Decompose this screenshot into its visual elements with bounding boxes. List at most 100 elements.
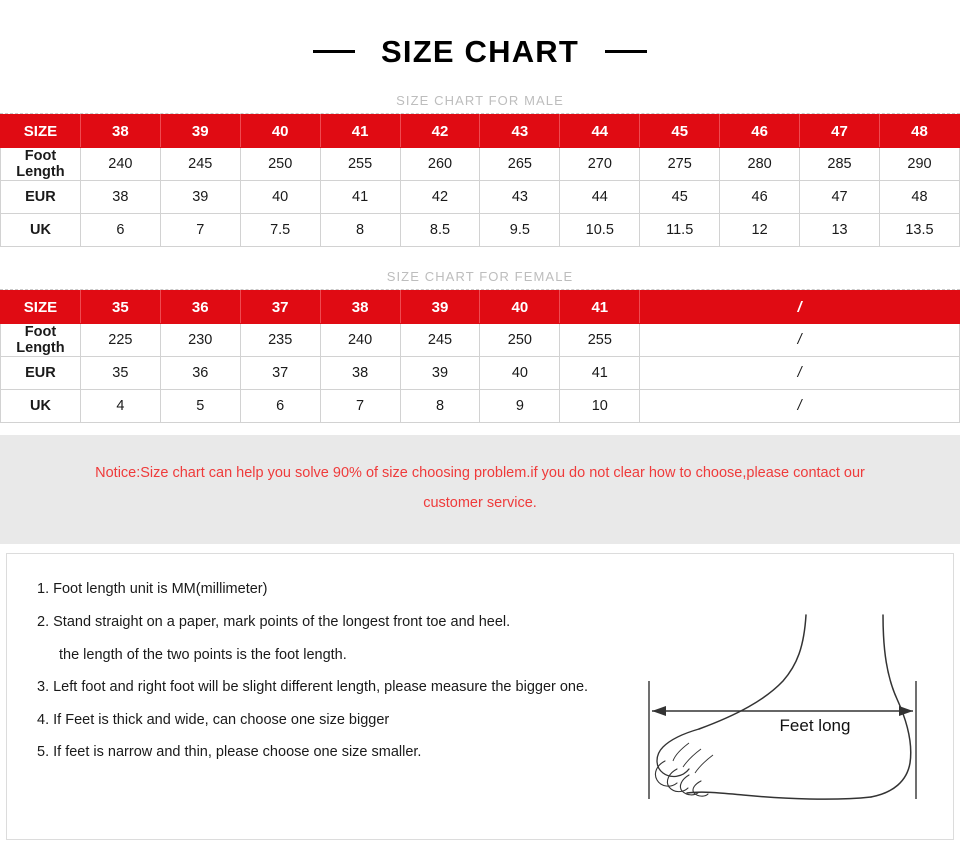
female-uk-empty-cell: / (639, 389, 960, 423)
female-uk-cell: 7 (319, 389, 401, 423)
male-uk-cell: 9.5 (479, 213, 561, 247)
notice-line-2: customer service. (423, 494, 537, 511)
female-foot-length-label: Foot Length (0, 323, 81, 357)
notice-line-1: Notice:Size chart can help you solve 90%… (95, 465, 865, 481)
title-dash-right-icon (605, 50, 647, 53)
male-size-cell: 42 (399, 114, 481, 148)
female-foot-length-cell: 235 (239, 323, 321, 357)
female-uk-cell: 9 (479, 389, 561, 423)
male-foot-length-cell: 280 (719, 147, 801, 181)
female-eur-cell: 36 (159, 356, 241, 390)
female-foot-length-cell: 245 (399, 323, 481, 357)
male-eur-cell: 46 (719, 180, 801, 214)
female-uk-label: UK (0, 389, 81, 423)
female-size-cell: 38 (319, 290, 401, 324)
female-size-table: SIZE 35 36 37 38 39 40 41 / Foot Length … (0, 290, 960, 423)
title-dash-left-icon (313, 50, 355, 53)
female-size-cell: 39 (399, 290, 481, 324)
female-subtitle: SIZE CHART FOR FEMALE (386, 269, 574, 284)
male-size-cell: 47 (799, 114, 880, 148)
male-size-cell: 48 (878, 114, 960, 148)
male-size-cell: 38 (79, 114, 161, 148)
female-size-cell: 40 (479, 290, 561, 324)
male-size-cell: 39 (159, 114, 241, 148)
female-eur-empty-cell: / (639, 356, 960, 390)
instruction-item: 3. Left foot and right foot will be slig… (37, 679, 589, 696)
male-eur-cell: 39 (159, 180, 241, 214)
male-eur-cell: 43 (479, 180, 561, 214)
male-foot-length-cell: 240 (79, 147, 161, 181)
female-foot-length-cell: 255 (559, 323, 641, 357)
female-size-cell: 35 (79, 290, 161, 324)
male-foot-length-label: Foot Length (0, 147, 81, 181)
female-eur-cell: 41 (559, 356, 641, 390)
male-size-table: SIZE 38 39 40 41 42 43 44 45 46 47 48 Fo… (0, 114, 960, 247)
male-section-header: SIZE CHART FOR MALE (0, 67, 960, 114)
female-eur-label: EUR (0, 356, 81, 390)
female-foot-length-row: Foot Length 225 230 235 240 245 250 255 … (0, 323, 960, 357)
female-eur-cell: 39 (399, 356, 481, 390)
male-eur-row: EUR 38 39 40 41 42 43 44 45 46 47 48 (0, 180, 960, 214)
female-foot-length-cell: 240 (319, 323, 401, 357)
male-eur-cell: 48 (878, 180, 960, 214)
male-eur-cell: 38 (79, 180, 161, 214)
female-section-header: SIZE CHART FOR FEMALE (0, 247, 960, 290)
male-uk-cell: 8.5 (399, 213, 481, 247)
foot-measurement-diagram-icon: Feet long (648, 614, 917, 801)
female-foot-length-cell: 250 (479, 323, 561, 357)
female-foot-length-empty-cell: / (639, 323, 960, 357)
female-eur-cell: 35 (79, 356, 161, 390)
female-foot-length-cell: 225 (79, 323, 161, 357)
male-eur-cell: 44 (559, 180, 641, 214)
male-eur-cell: 45 (639, 180, 721, 214)
male-uk-row: UK 6 7 7.5 8 8.5 9.5 10.5 11.5 12 13 13.… (0, 213, 960, 247)
male-uk-cell: 12 (719, 213, 801, 247)
female-eur-cell: 37 (239, 356, 321, 390)
instruction-item: 5. If feet is narrow and thin, please ch… (37, 744, 422, 761)
female-foot-length-cell: 230 (159, 323, 241, 357)
female-uk-cell: 10 (559, 389, 641, 423)
female-size-cell: 37 (239, 290, 321, 324)
male-size-cell: 41 (319, 114, 401, 148)
male-header-label: SIZE (0, 114, 81, 148)
instruction-item: 1. Foot length unit is MM(millimeter) (37, 581, 268, 598)
male-eur-cell: 40 (239, 180, 321, 214)
male-size-cell: 43 (479, 114, 561, 148)
male-foot-length-row: Foot Length 240 245 250 255 260 265 270 … (0, 147, 960, 181)
instruction-item: 4. If Feet is thick and wide, can choose… (37, 711, 390, 728)
male-size-cell: 45 (639, 114, 721, 148)
feet-long-label: Feet long (780, 716, 851, 735)
female-size-cell: 41 (559, 290, 641, 324)
female-eur-cell: 40 (479, 356, 561, 390)
female-header-label: SIZE (0, 290, 81, 324)
female-eur-cell: 38 (319, 356, 401, 390)
instructions-panel: 1. Foot length unit is MM(millimeter) 2.… (6, 553, 954, 841)
male-table-header-row: SIZE 38 39 40 41 42 43 44 45 46 47 48 (0, 114, 960, 148)
female-size-empty-cell: / (639, 290, 960, 324)
male-foot-length-cell: 265 (479, 147, 561, 181)
page-title-row: SIZE CHART (0, 0, 960, 67)
male-uk-cell: 13 (799, 213, 880, 247)
female-uk-cell: 4 (79, 389, 161, 423)
male-size-cell: 44 (559, 114, 641, 148)
male-eur-cell: 47 (799, 180, 880, 214)
male-uk-label: UK (0, 213, 81, 247)
male-foot-length-cell: 260 (399, 147, 481, 181)
female-table-header-row: SIZE 35 36 37 38 39 40 41 / (0, 290, 960, 324)
female-size-cell: 36 (159, 290, 241, 324)
male-foot-length-cell: 285 (799, 147, 880, 181)
male-foot-length-cell: 255 (319, 147, 401, 181)
male-uk-cell: 8 (319, 213, 401, 247)
male-foot-length-cell: 290 (878, 147, 960, 181)
page-title: SIZE CHART (381, 34, 579, 69)
male-foot-length-cell: 275 (639, 147, 721, 181)
male-foot-length-cell: 245 (159, 147, 241, 181)
male-eur-cell: 41 (319, 180, 401, 214)
male-uk-cell: 7.5 (239, 213, 321, 247)
male-foot-length-cell: 250 (239, 147, 321, 181)
notice-band: Notice:Size chart can help you solve 90%… (0, 435, 960, 545)
male-uk-cell: 13.5 (878, 213, 960, 247)
size-chart-page: SIZE CHART SIZE CHART FOR MALE SIZE 38 3… (0, 0, 960, 854)
male-eur-cell: 42 (399, 180, 481, 214)
instruction-item: 2. Stand straight on a paper, mark point… (37, 614, 511, 630)
